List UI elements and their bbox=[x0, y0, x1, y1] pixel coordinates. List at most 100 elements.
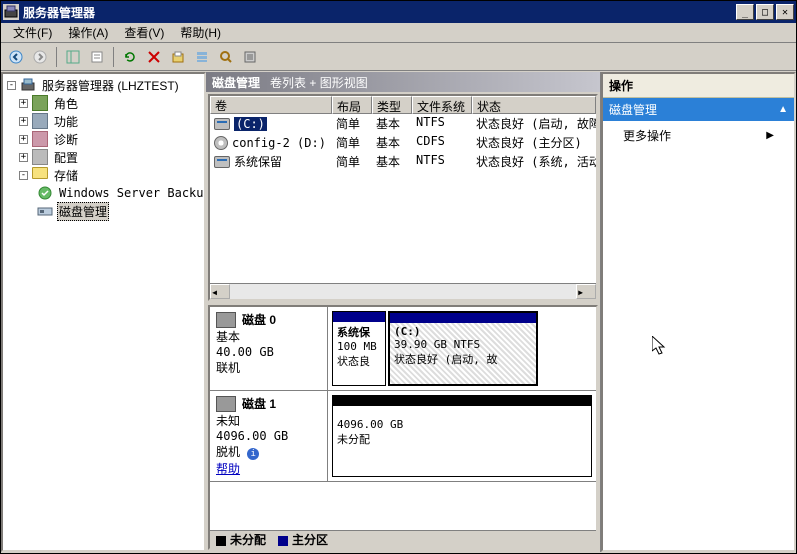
disk-1-label: 磁盘 1 bbox=[242, 395, 276, 412]
volume-row[interactable]: config-2 (D:) 简单 基本 CDFS 状态良好 (主分区) bbox=[210, 133, 596, 152]
horizontal-scrollbar[interactable]: ◂ ▸ bbox=[210, 283, 596, 299]
tree-role[interactable]: + 角色 bbox=[3, 94, 204, 112]
expand-icon[interactable]: + bbox=[19, 117, 28, 126]
panel-header: 磁盘管理 卷列表 + 图形视图 bbox=[206, 72, 600, 92]
center-panel: 磁盘管理 卷列表 + 图形视图 卷 布局 类型 文件系统 状态 (C:) 简单 … bbox=[206, 72, 601, 552]
tree-root[interactable]: - 服务器管理器 (LHZTEST) bbox=[3, 76, 204, 94]
minimize-button[interactable]: _ bbox=[736, 4, 754, 20]
chevron-right-icon: ▶ bbox=[766, 130, 774, 141]
diagnostics-icon bbox=[32, 131, 48, 147]
actions-section[interactable]: 磁盘管理 ▲ bbox=[603, 98, 794, 121]
actions-pane: 操作 磁盘管理 ▲ 更多操作 ▶ bbox=[601, 72, 796, 552]
chevron-up-icon: ▲ bbox=[778, 104, 788, 115]
partition-unallocated[interactable]: 4096.00 GB 未分配 bbox=[332, 395, 592, 477]
export-button[interactable] bbox=[167, 46, 189, 68]
tree-feature[interactable]: + 功能 bbox=[3, 112, 204, 130]
expand-icon[interactable]: + bbox=[19, 153, 28, 162]
volume-fs: CDFS bbox=[412, 133, 472, 152]
tree-config[interactable]: +配置 bbox=[3, 148, 204, 166]
partition-c[interactable]: (C:) 39.90 GB NTFS 状态良好 (启动, 故 bbox=[388, 311, 538, 386]
partition-name: (C:) bbox=[394, 325, 532, 338]
disk-1-size: 4096.00 GB bbox=[216, 429, 321, 443]
title-bar[interactable]: 服务器管理器 _ □ ✕ bbox=[1, 1, 796, 23]
menu-help[interactable]: 帮助(H) bbox=[172, 22, 229, 43]
tree-wsb[interactable]: Windows Server Backup bbox=[3, 184, 204, 202]
features-icon bbox=[32, 113, 48, 129]
disk-icon bbox=[216, 396, 236, 412]
scroll-track[interactable] bbox=[230, 284, 576, 299]
close-button[interactable]: ✕ bbox=[776, 4, 794, 20]
disk-row-1[interactable]: 磁盘 1 未知 4096.00 GB 脱机 i 帮助 4096.00 GB 未分… bbox=[210, 391, 596, 482]
legend: 未分配 主分区 bbox=[210, 530, 596, 548]
storage-icon bbox=[32, 167, 48, 183]
disk-1-type: 未知 bbox=[216, 412, 321, 429]
collapse-icon[interactable]: - bbox=[19, 171, 28, 180]
volume-row[interactable]: 系统保留 简单 基本 NTFS 状态良好 (系统, 活动, 主分 bbox=[210, 152, 596, 171]
col-type[interactable]: 类型 bbox=[372, 96, 412, 114]
cd-icon bbox=[214, 136, 228, 150]
legend-primary: 主分区 bbox=[278, 531, 328, 548]
disk-icon bbox=[216, 312, 236, 328]
actions-more[interactable]: 更多操作 ▶ bbox=[603, 121, 794, 150]
tree-root-label: 服务器管理器 (LHZTEST) bbox=[40, 76, 181, 95]
disk-0-info[interactable]: 磁盘 0 基本 40.00 GB 联机 bbox=[210, 307, 328, 390]
col-fs[interactable]: 文件系统 bbox=[412, 96, 472, 114]
expand-icon[interactable]: + bbox=[19, 135, 28, 144]
nav-forward-button[interactable] bbox=[29, 46, 51, 68]
properties-button[interactable] bbox=[86, 46, 108, 68]
partition-size: 4096.00 GB bbox=[337, 418, 587, 431]
main-content: - 服务器管理器 (LHZTEST) + 角色 + 功能 + 诊断 +配置 - 存储 W… bbox=[1, 72, 796, 552]
expand-icon[interactable]: + bbox=[19, 99, 28, 108]
volume-status: 状态良好 (启动, 故障转储, bbox=[472, 114, 596, 133]
volume-name: config-2 (D:) bbox=[232, 136, 326, 150]
drive-icon bbox=[214, 118, 230, 130]
disk-1-info[interactable]: 磁盘 1 未知 4096.00 GB 脱机 i 帮助 bbox=[210, 391, 328, 481]
list-view-button[interactable] bbox=[191, 46, 213, 68]
disk-0-status: 联机 bbox=[216, 359, 321, 376]
disk-1-status: 脱机 bbox=[216, 445, 240, 459]
volume-layout: 简单 bbox=[332, 152, 372, 171]
volume-list[interactable]: 卷 布局 类型 文件系统 状态 (C:) 简单 基本 NTFS 状态良好 (启动… bbox=[208, 94, 598, 301]
search-button[interactable] bbox=[215, 46, 237, 68]
partition-system-reserved[interactable]: 系统保 100 MB 状态良 bbox=[332, 311, 386, 386]
menu-action[interactable]: 操作(A) bbox=[60, 22, 116, 43]
col-layout[interactable]: 布局 bbox=[332, 96, 372, 114]
disk-0-type: 基本 bbox=[216, 328, 321, 345]
refresh-button[interactable] bbox=[119, 46, 141, 68]
disk-1-help-link[interactable]: 帮助 bbox=[216, 462, 240, 476]
tree-wsb-label: Windows Server Backup bbox=[57, 185, 206, 201]
menu-view[interactable]: 查看(V) bbox=[116, 22, 172, 43]
tree-storage-label: 存储 bbox=[52, 166, 80, 185]
volume-row[interactable]: (C:) 简单 基本 NTFS 状态良好 (启动, 故障转储, bbox=[210, 114, 596, 133]
tree-diskmgmt[interactable]: 磁盘管理 bbox=[3, 202, 204, 220]
nav-back-button[interactable] bbox=[5, 46, 27, 68]
scroll-right-button[interactable]: ▸ bbox=[576, 284, 596, 299]
tree-feature-label: 功能 bbox=[52, 112, 80, 131]
roles-icon bbox=[32, 95, 48, 111]
tree-diag-label: 诊断 bbox=[52, 130, 80, 149]
disk-row-0[interactable]: 磁盘 0 基本 40.00 GB 联机 系统保 100 MB 状态良 bbox=[210, 307, 596, 391]
disk-0-label: 磁盘 0 bbox=[242, 311, 276, 328]
volume-status: 状态良好 (主分区) bbox=[472, 133, 596, 152]
config-icon bbox=[32, 149, 48, 165]
tree-storage[interactable]: - 存储 bbox=[3, 166, 204, 184]
nav-tree[interactable]: - 服务器管理器 (LHZTEST) + 角色 + 功能 + 诊断 +配置 - 存储 W… bbox=[1, 72, 206, 552]
scroll-left-button[interactable]: ◂ bbox=[210, 284, 230, 299]
toolbar-separator bbox=[113, 47, 114, 67]
volume-type: 基本 bbox=[372, 152, 412, 171]
col-volume[interactable]: 卷 bbox=[210, 96, 332, 114]
tree-role-label: 角色 bbox=[52, 94, 80, 113]
delete-button[interactable] bbox=[143, 46, 165, 68]
menu-file[interactable]: 文件(F) bbox=[5, 22, 60, 43]
backup-icon bbox=[37, 185, 53, 201]
tree-diskmgmt-label: 磁盘管理 bbox=[57, 202, 109, 221]
disk-graphical-view[interactable]: 磁盘 0 基本 40.00 GB 联机 系统保 100 MB 状态良 bbox=[208, 305, 598, 550]
info-icon[interactable]: i bbox=[247, 448, 259, 460]
settings-button[interactable] bbox=[239, 46, 261, 68]
show-hide-tree-button[interactable] bbox=[62, 46, 84, 68]
collapse-icon[interactable]: - bbox=[7, 81, 16, 90]
volume-list-header[interactable]: 卷 布局 类型 文件系统 状态 bbox=[210, 96, 596, 114]
maximize-button[interactable]: □ bbox=[756, 4, 774, 20]
tree-diag[interactable]: + 诊断 bbox=[3, 130, 204, 148]
col-status[interactable]: 状态 bbox=[472, 96, 596, 114]
